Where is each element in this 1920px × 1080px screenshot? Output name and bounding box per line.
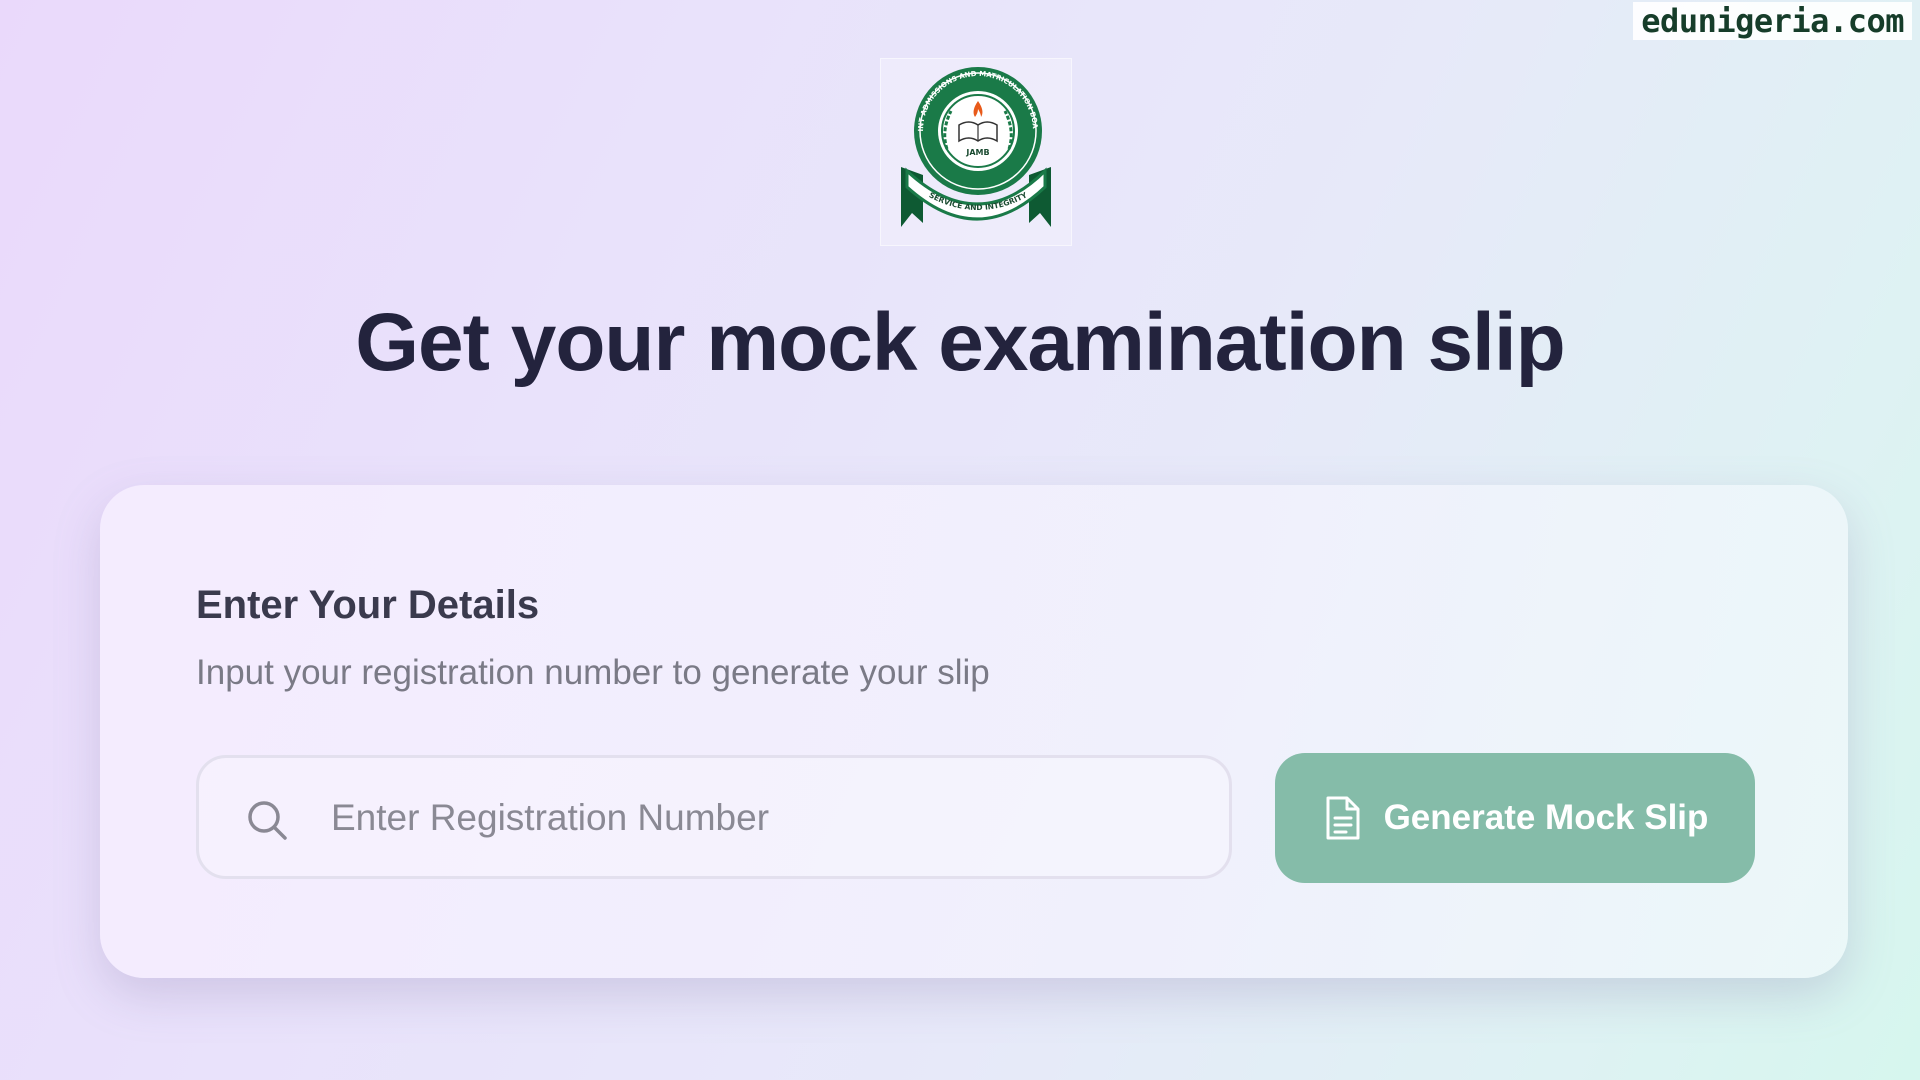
watermark: edunigeria.com xyxy=(1633,2,1912,40)
details-card: Enter Your Details Input your registrati… xyxy=(100,485,1848,978)
generate-mock-slip-button[interactable]: Generate Mock Slip xyxy=(1275,753,1755,883)
jamb-seal-icon: SERVICE AND INTEGRITY JOINT ADMISSIONS A… xyxy=(881,59,1051,227)
page-title: Get your mock examination slip xyxy=(355,297,1565,388)
search-icon xyxy=(248,801,287,840)
jamb-logo: SERVICE AND INTEGRITY JOINT ADMISSIONS A… xyxy=(880,58,1072,246)
card-subtitle: Input your registration number to genera… xyxy=(196,653,990,692)
registration-number-input[interactable] xyxy=(329,758,1213,878)
generate-button-label: Generate Mock Slip xyxy=(1383,798,1709,837)
svg-text:JAMB: JAMB xyxy=(965,148,989,157)
document-icon xyxy=(1326,796,1360,840)
registration-field[interactable] xyxy=(196,755,1232,879)
card-heading: Enter Your Details xyxy=(196,583,540,627)
